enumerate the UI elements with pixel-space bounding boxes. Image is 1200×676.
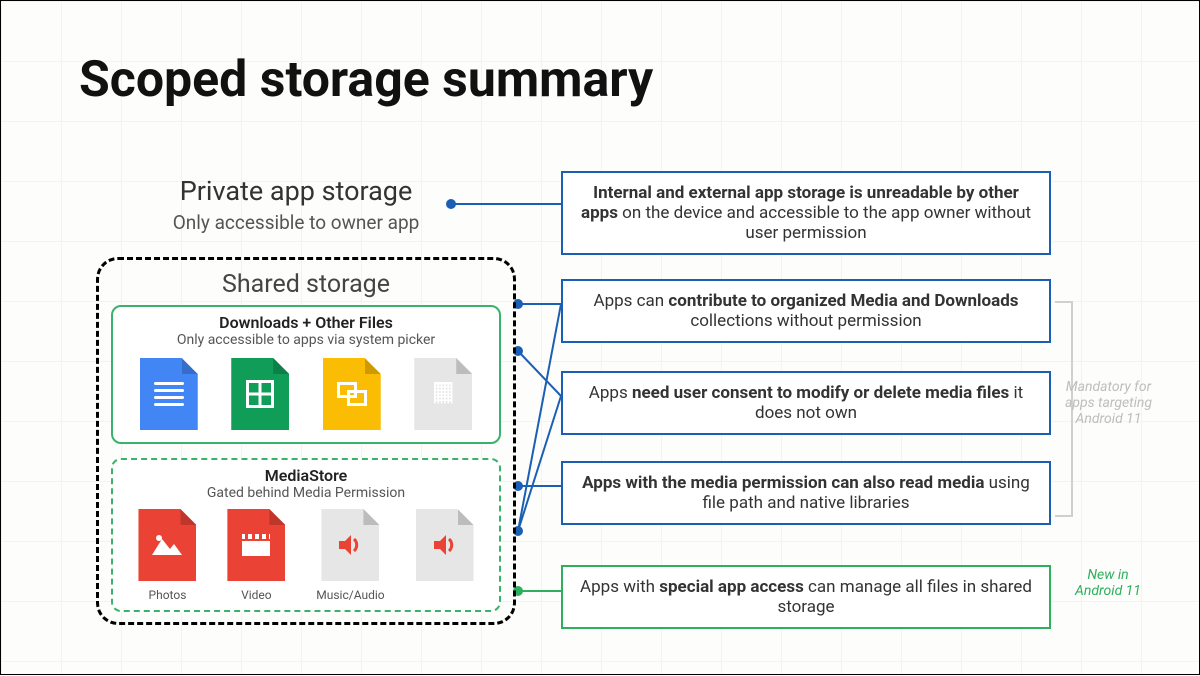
downloads-heading: Downloads + Other Files — [123, 313, 489, 332]
d4-bold: Apps with the media permission can also … — [582, 473, 984, 493]
desc-special-access: Apps with special app access can manage … — [561, 565, 1051, 629]
desc-contribute: Apps can contribute to organized Media a… — [561, 279, 1051, 343]
pdf-file-icon: 𝄜 — [414, 358, 472, 430]
music-item-1: Music/Audio — [316, 509, 384, 602]
video-item: Video — [227, 509, 285, 602]
video-icon — [227, 509, 285, 581]
desc-consent: Apps need user consent to modify or dele… — [561, 371, 1051, 435]
mediastore-heading: MediaStore — [123, 466, 489, 485]
d5-pre: Apps with — [580, 577, 659, 597]
doc-file-icon — [140, 358, 198, 430]
new-note: New in Android 11 — [1063, 567, 1153, 599]
private-sub: Only accessible to owner app — [96, 211, 496, 234]
music-label-blank — [416, 588, 474, 602]
d2-bold: contribute to organized Media and Downlo… — [668, 291, 1018, 311]
shared-heading: Shared storage — [111, 270, 501, 299]
page-title: Scoped storage summary — [79, 51, 653, 109]
d2-pre: Apps can — [593, 291, 668, 311]
mandatory-note: Mandatory for apps targeting Android 11 — [1061, 379, 1156, 427]
desc-read-media: Apps with the media permission can also … — [561, 461, 1051, 525]
photos-label: Photos — [138, 588, 196, 602]
private-storage-header: Private app storage Only accessible to o… — [96, 175, 496, 234]
music-label: Music/Audio — [316, 588, 384, 602]
private-heading: Private app storage — [96, 175, 496, 207]
slides-file-icon — [323, 358, 381, 430]
audio-icon-1 — [321, 509, 379, 581]
mediastore-sub: Gated behind Media Permission — [123, 485, 489, 501]
shared-storage-container: Shared storage Downloads + Other Files O… — [96, 257, 516, 625]
downloads-box: Downloads + Other Files Only accessible … — [111, 305, 501, 444]
d2-post: collections without permission — [690, 311, 921, 331]
music-item-2 — [416, 509, 474, 602]
audio-icon-2 — [416, 509, 474, 581]
video-label: Video — [227, 588, 285, 602]
d3-pre: Apps — [589, 383, 632, 403]
photos-item: Photos — [138, 509, 196, 602]
desc-private: Internal and external app storage is unr… — [561, 171, 1051, 255]
d5-bold: special app access — [659, 577, 804, 597]
sheet-file-icon — [231, 358, 289, 430]
mediastore-icon-row: Photos Video Music/Audio — [123, 509, 489, 602]
downloads-sub: Only accessible to apps via system picke… — [123, 332, 489, 348]
downloads-icon-row: 𝄜 — [123, 358, 489, 430]
photos-icon — [138, 509, 196, 581]
desc-private-rest: on the device and accessible to the app … — [618, 203, 1031, 243]
d5-post: can manage all files in shared storage — [777, 577, 1032, 617]
d3-bold: need user consent to modify or delete me… — [632, 383, 1009, 403]
mediastore-box: MediaStore Gated behind Media Permission… — [111, 458, 501, 612]
